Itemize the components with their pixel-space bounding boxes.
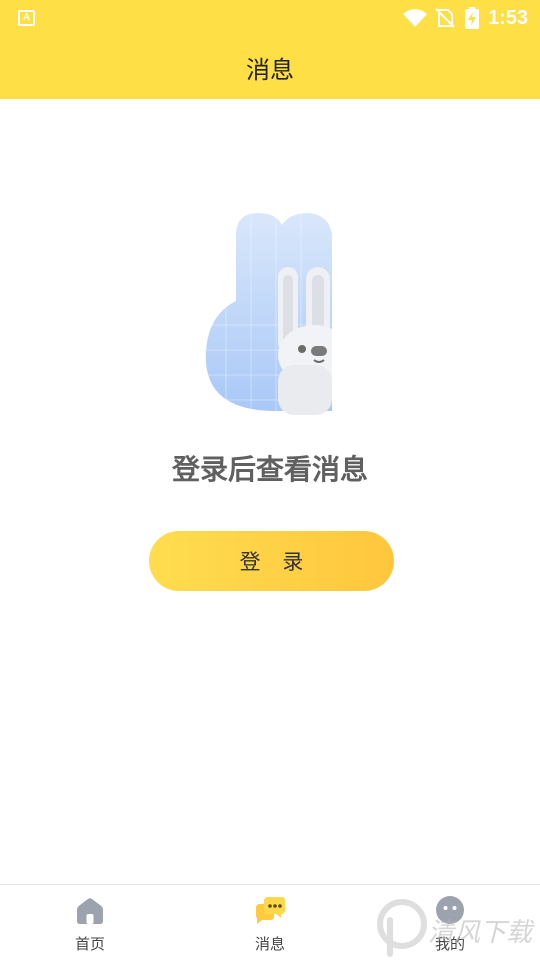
login-button[interactable]: 登 录 (149, 531, 394, 591)
app-header: 消息 (0, 36, 540, 99)
watermark-text: 清风下载 (428, 918, 533, 948)
message-icon (256, 897, 285, 924)
status-icons: 1:53 (402, 0, 528, 36)
watermark: 清风下载 (376, 890, 540, 960)
no-sim-icon (435, 8, 455, 28)
battery-charging-icon (464, 7, 479, 29)
status-time: 1:53 (487, 6, 528, 29)
app-notification-icon: A (18, 10, 35, 26)
status-bar: A 1:53 (0, 0, 540, 36)
login-button-label: 登 录 (239, 551, 312, 574)
tab-messages-label: 消息 (254, 935, 285, 953)
tab-messages[interactable]: 消息 (180, 885, 360, 961)
empty-state-message: 登录后查看消息 (171, 453, 368, 486)
tab-home-label: 首页 (74, 935, 105, 953)
wifi-icon (402, 9, 427, 27)
page-title: 消息 (246, 56, 294, 84)
rabbit-peek-illustration (196, 205, 350, 425)
tab-home[interactable]: 首页 (0, 885, 180, 961)
watermark-logo-icon (377, 899, 427, 957)
home-icon (77, 898, 103, 924)
